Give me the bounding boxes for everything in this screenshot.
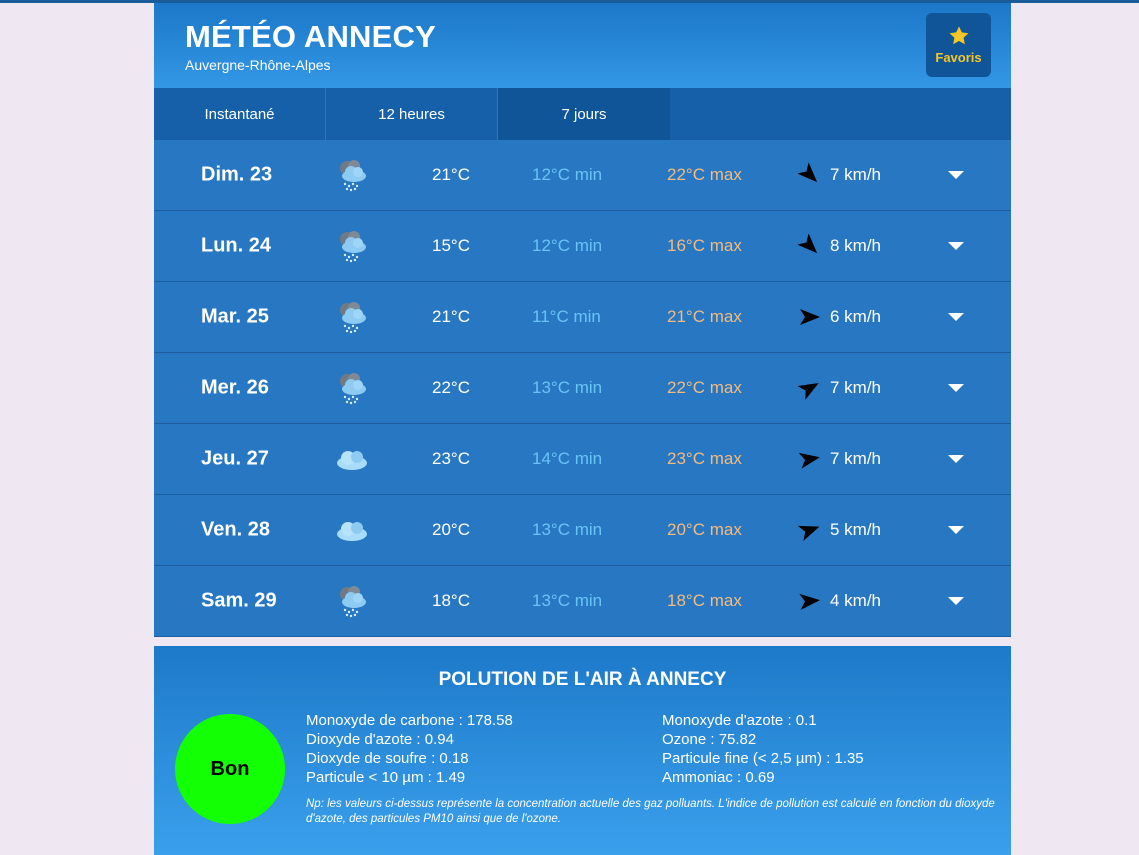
cloud-rain-icon <box>340 231 366 263</box>
min-temperature: 12°C min <box>532 236 603 255</box>
day-label: Ven. 28 <box>201 518 270 541</box>
weather-app: MÉTÉO ANNECY Auvergne-Rhône-Alpes Favori… <box>154 3 1011 855</box>
chevron-down-icon[interactable] <box>947 241 965 251</box>
tab-12-heures[interactable]: 12 heures <box>326 88 498 140</box>
forecast-row[interactable]: Mer. 26 22°C 13°C min 22°C max 7 km/h <box>154 353 1011 424</box>
wind-speed: 5 km/h <box>830 520 882 539</box>
max-temperature: 23°C max <box>667 449 742 468</box>
pollutants-column-2: Monoxyde d'azote : 0.1 Ozone : 75.82 Par… <box>662 711 864 787</box>
day-label: Sam. 29 <box>201 589 277 612</box>
min-temperature: 11°C min <box>532 307 601 326</box>
wind-speed: 7 km/h <box>830 165 882 184</box>
temperature: 20°C <box>432 520 470 539</box>
wind-direction-icon <box>798 163 818 183</box>
forecast-row[interactable]: Sam. 29 18°C 13°C min 18°C max 4 km/h <box>154 566 1011 637</box>
wind-direction-icon <box>799 593 820 610</box>
tab-7-jours[interactable]: 7 jours <box>498 88 670 140</box>
temperature: 21°C <box>432 165 470 184</box>
temperature: 21°C <box>432 307 470 326</box>
chevron-down-icon[interactable] <box>947 596 965 606</box>
pollutant-value: Ozone : 75.82 <box>662 731 757 748</box>
chevron-down-icon[interactable] <box>947 525 965 535</box>
favorites-button[interactable]: Favoris <box>926 13 991 77</box>
pollutant-value: Dioxyde d'azote : 0.94 <box>306 731 454 748</box>
wind-speed: 8 km/h <box>830 236 882 255</box>
day-label: Lun. 24 <box>201 234 272 257</box>
cloud-rain-icon <box>340 302 366 334</box>
pollutant-value: Monoxyde de carbone : 178.58 <box>306 712 513 729</box>
pollutant-value: Particule < 10 µm : 1.49 <box>306 769 466 786</box>
forecast-row[interactable]: Mar. 25 21°C 11°C min 21°C max 6 km/h <box>154 282 1011 353</box>
header: MÉTÉO ANNECY Auvergne-Rhône-Alpes Favori… <box>154 3 1011 88</box>
day-label: Mer. 26 <box>201 376 269 399</box>
air-pollution-panel: POLUTION DE L'AIR À ANNECY Bon Monoxyde … <box>154 646 1011 855</box>
wind-speed: 4 km/h <box>830 591 882 610</box>
cloud-rain-icon <box>340 586 366 618</box>
wind-speed: 7 km/h <box>830 378 882 397</box>
air-quality-indicator: Bon <box>175 714 285 824</box>
air-quality-label: Bon <box>210 757 250 780</box>
min-temperature: 13°C min <box>532 378 603 397</box>
forecast-tabs: Instantané 12 heures 7 jours <box>154 88 1011 140</box>
pollutant-value: Monoxyde d'azote : 0.1 <box>662 712 817 729</box>
chevron-down-icon[interactable] <box>947 170 965 180</box>
chevron-down-icon[interactable] <box>947 454 965 464</box>
cloud-rain-icon <box>340 160 366 192</box>
cloud-icon <box>337 522 367 541</box>
forecast-row[interactable]: Ven. 28 20°C 13°C min 20°C max 5 km/h <box>154 495 1011 566</box>
temperature: 15°C <box>432 236 470 255</box>
daily-forecast-list: Dim. 23 21°C 12°C min 22°C max 7 km/h Lun. 24… <box>154 140 1011 637</box>
min-temperature: 13°C min <box>532 591 603 610</box>
wind-direction-icon <box>800 309 820 325</box>
chevron-down-icon[interactable] <box>947 383 965 393</box>
wind-direction-icon <box>798 234 818 254</box>
forecast-row[interactable]: Jeu. 27 23°C 14°C min 23°C max 7 km/h <box>154 424 1011 495</box>
wind-speed: 7 km/h <box>830 449 882 468</box>
forecast-row[interactable]: Lun. 24 15°C 12°C min 16°C max 8 km/h <box>154 211 1011 282</box>
day-label: Dim. 23 <box>201 163 273 186</box>
temperature: 18°C <box>432 591 470 610</box>
max-temperature: 20°C max <box>667 520 742 539</box>
day-label: Mar. 25 <box>201 305 269 328</box>
max-temperature: 21°C max <box>667 307 742 326</box>
favorites-label: Favoris <box>935 50 982 65</box>
cloud-icon <box>337 451 367 470</box>
min-temperature: 13°C min <box>532 520 603 539</box>
min-temperature: 14°C min <box>532 449 603 468</box>
pollutants-column-1: Monoxyde de carbone : 178.58 Dioxyde d'a… <box>306 711 513 787</box>
pollutant-value: Particule fine (< 2,5 µm) : 1.35 <box>662 750 864 767</box>
cloud-rain-icon <box>340 373 366 405</box>
max-temperature: 16°C max <box>667 236 742 255</box>
region-subtitle: Auvergne-Rhône-Alpes <box>185 57 331 73</box>
wind-direction-icon <box>798 452 820 469</box>
pollutant-value: Dioxyde de soufre : 0.18 <box>306 750 469 767</box>
min-temperature: 12°C min <box>532 165 603 184</box>
max-temperature: 22°C max <box>667 378 742 397</box>
max-temperature: 22°C max <box>667 165 742 184</box>
pollution-note: Np: les valeurs ci-dessus représente la … <box>306 798 995 825</box>
max-temperature: 18°C max <box>667 591 742 610</box>
temperature: 22°C <box>432 378 470 397</box>
wind-direction-icon <box>798 525 820 541</box>
page-title: MÉTÉO ANNECY <box>185 19 436 54</box>
chevron-down-icon[interactable] <box>947 312 965 322</box>
forecast-row[interactable]: Dim. 23 21°C 12°C min 22°C max 7 km/h <box>154 140 1011 211</box>
air-pollution-title: POLUTION DE L'AIR À ANNECY <box>438 669 727 690</box>
tab-instantane[interactable]: Instantané <box>154 88 326 140</box>
wind-direction-icon <box>798 383 819 400</box>
wind-speed: 6 km/h <box>830 307 882 326</box>
day-label: Jeu. 27 <box>201 447 269 470</box>
temperature: 23°C <box>432 449 470 468</box>
star-icon <box>949 26 968 45</box>
pollutant-value: Ammoniac : 0.69 <box>662 769 775 786</box>
